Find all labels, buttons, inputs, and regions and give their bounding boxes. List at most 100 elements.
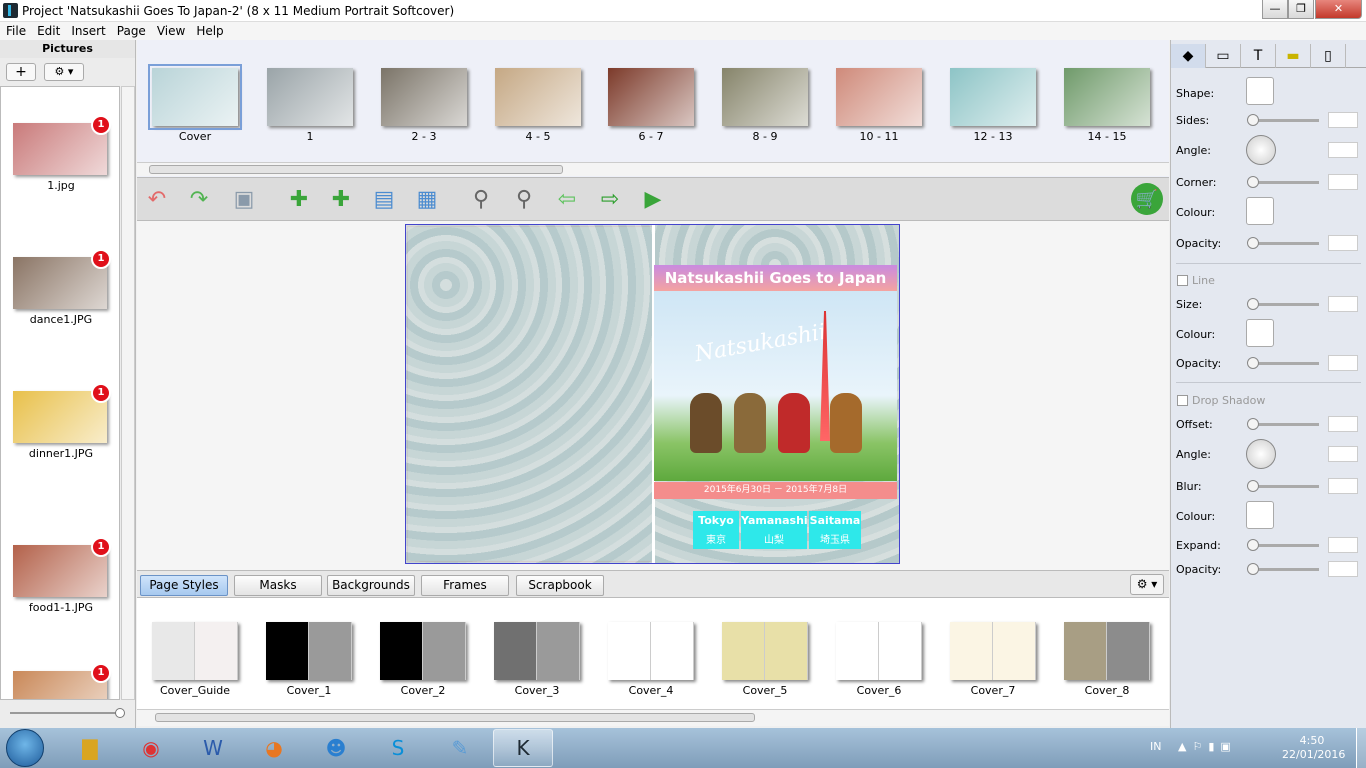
- menu-file[interactable]: File: [0, 22, 31, 38]
- offset-slider-knob[interactable]: [1247, 418, 1259, 430]
- page-thumb[interactable]: 4 - 5: [493, 68, 583, 143]
- sides-slider[interactable]: [1249, 119, 1319, 122]
- shadow-angle-dial[interactable]: [1246, 439, 1276, 469]
- corner-slider[interactable]: [1249, 181, 1319, 184]
- tab-backgrounds[interactable]: Backgrounds: [327, 575, 415, 596]
- menu-view[interactable]: View: [151, 22, 190, 38]
- corner-value[interactable]: [1328, 174, 1358, 190]
- picture-item[interactable]: 1 food1-1.JPG: [13, 537, 111, 614]
- cover-dates[interactable]: 2015年6月30日 － 2015年7月8日: [654, 482, 897, 499]
- menu-insert[interactable]: Insert: [65, 22, 110, 38]
- pictures-gear-button[interactable]: ⚙ ▾: [44, 63, 84, 81]
- add-picture-icon[interactable]: ✚: [283, 183, 315, 215]
- sides-slider-knob[interactable]: [1247, 114, 1259, 126]
- opacity-slider[interactable]: [1249, 242, 1319, 245]
- page-thumb[interactable]: 10 - 11: [834, 68, 924, 143]
- tabs-gear-button[interactable]: ⚙ ▾: [1130, 574, 1164, 595]
- cover-title[interactable]: Natsukashii Goes to Japan: [654, 265, 897, 291]
- back-cover[interactable]: [406, 225, 652, 563]
- city-box[interactable]: Saitama 埼玉県: [809, 511, 861, 549]
- ruler-icon[interactable]: ▬: [1276, 44, 1311, 68]
- next-page-icon[interactable]: ⇨: [594, 183, 626, 215]
- styles-scrollbar[interactable]: [137, 710, 1169, 726]
- paint-icon[interactable]: ✎: [430, 729, 490, 767]
- style-item[interactable]: Cover_1: [264, 622, 354, 697]
- angle-dial[interactable]: [1246, 135, 1276, 165]
- cover-spread[interactable]: Natsukashii Goes to Japan Natsukashii 20…: [405, 224, 900, 564]
- page-thumb-cover[interactable]: Cover: [148, 64, 242, 143]
- editor-canvas[interactable]: Natsukashii Goes to Japan Natsukashii 20…: [137, 221, 1169, 570]
- style-item[interactable]: Cover_6: [834, 622, 924, 697]
- line-checkbox[interactable]: [1177, 275, 1188, 286]
- skype-icon[interactable]: S: [368, 729, 428, 767]
- shape-picker[interactable]: [1246, 77, 1274, 105]
- tab-scrapbook[interactable]: Scrapbook: [516, 575, 604, 596]
- tab-masks[interactable]: Masks: [234, 575, 322, 596]
- page-properties-icon[interactable]: ▯: [1311, 44, 1346, 68]
- scroll-thumb[interactable]: [155, 713, 755, 722]
- scroll-thumb[interactable]: [149, 165, 563, 174]
- style-item[interactable]: Cover_2: [378, 622, 468, 697]
- menu-edit[interactable]: Edit: [31, 22, 65, 38]
- tab-frames[interactable]: Frames: [421, 575, 509, 596]
- tab-page-styles[interactable]: Page Styles: [140, 575, 228, 596]
- redo-icon[interactable]: ↷: [183, 183, 215, 215]
- angle-value[interactable]: [1328, 142, 1358, 158]
- opacity-slider-knob[interactable]: [1247, 237, 1259, 249]
- size-value[interactable]: [1328, 296, 1358, 312]
- drop-shadow-checkbox[interactable]: [1177, 395, 1188, 406]
- export-icon[interactable]: ▦: [411, 183, 443, 215]
- blur-value[interactable]: [1328, 478, 1358, 494]
- add-text-icon[interactable]: ✚: [325, 183, 357, 215]
- picture-item[interactable]: 1: [13, 663, 111, 699]
- zoom-in-icon[interactable]: ⚲: [508, 183, 540, 215]
- slider-knob[interactable]: [115, 708, 125, 718]
- colour-picker[interactable]: [1246, 197, 1274, 225]
- shadow-colour-picker[interactable]: [1246, 501, 1274, 529]
- picture-item[interactable]: 1 dance1.JPG: [13, 249, 111, 326]
- expand-slider-knob[interactable]: [1247, 539, 1259, 551]
- page-thumb[interactable]: 6 - 7: [606, 68, 696, 143]
- previous-page-icon[interactable]: ⇦: [551, 183, 583, 215]
- page-thumb[interactable]: 14 - 15: [1062, 68, 1152, 143]
- size-slider-knob[interactable]: [1247, 298, 1259, 310]
- play-icon[interactable]: ▶: [637, 183, 669, 215]
- menu-page[interactable]: Page: [111, 22, 151, 38]
- style-item[interactable]: Cover_Guide: [150, 622, 240, 697]
- city-box[interactable]: Yamanashi 山梨: [741, 511, 808, 549]
- thumbnail-size-slider[interactable]: [10, 712, 124, 714]
- expand-value[interactable]: [1328, 537, 1358, 553]
- cart-icon[interactable]: 🛒: [1131, 183, 1163, 215]
- pictures-scrollbar[interactable]: [121, 86, 135, 700]
- page-thumb[interactable]: 2 - 3: [379, 68, 469, 143]
- city-box[interactable]: Tokyo 東京: [693, 511, 739, 549]
- size-slider[interactable]: [1249, 303, 1319, 306]
- cover-illustration[interactable]: Natsukashii: [654, 291, 897, 481]
- clock[interactable]: 4:50 22/01/2016: [1282, 734, 1345, 762]
- save-icon[interactable]: ▣: [228, 183, 260, 215]
- page-thumb[interactable]: 1: [265, 68, 355, 143]
- messenger-icon[interactable]: ☻: [306, 729, 366, 767]
- chrome-icon[interactable]: ◉: [121, 729, 181, 767]
- photobook-app-icon[interactable]: K: [493, 729, 553, 767]
- file-explorer-icon[interactable]: ▇: [60, 729, 120, 767]
- add-picture-button[interactable]: +: [6, 63, 36, 81]
- import-icon[interactable]: ▤: [368, 183, 400, 215]
- opacity-value[interactable]: [1328, 235, 1358, 251]
- shape-properties-icon[interactable]: ◆: [1171, 44, 1206, 68]
- picture-item[interactable]: 1 1.jpg: [13, 115, 111, 192]
- menu-help[interactable]: Help: [190, 22, 228, 38]
- start-button[interactable]: [6, 729, 44, 767]
- style-item[interactable]: Cover_3: [492, 622, 582, 697]
- word-icon[interactable]: W: [183, 729, 243, 767]
- page-strip-scrollbar[interactable]: [137, 162, 1169, 176]
- text-properties-icon[interactable]: T: [1241, 44, 1276, 68]
- shadow-angle-value[interactable]: [1328, 446, 1358, 462]
- page-thumb[interactable]: 12 - 13: [948, 68, 1038, 143]
- frame-properties-icon[interactable]: ▭: [1206, 44, 1241, 68]
- expand-slider[interactable]: [1249, 544, 1319, 547]
- close-button[interactable]: ✕: [1315, 0, 1362, 19]
- corner-slider-knob[interactable]: [1247, 176, 1259, 188]
- offset-value[interactable]: [1328, 416, 1358, 432]
- shadow-opacity-value[interactable]: [1328, 561, 1358, 577]
